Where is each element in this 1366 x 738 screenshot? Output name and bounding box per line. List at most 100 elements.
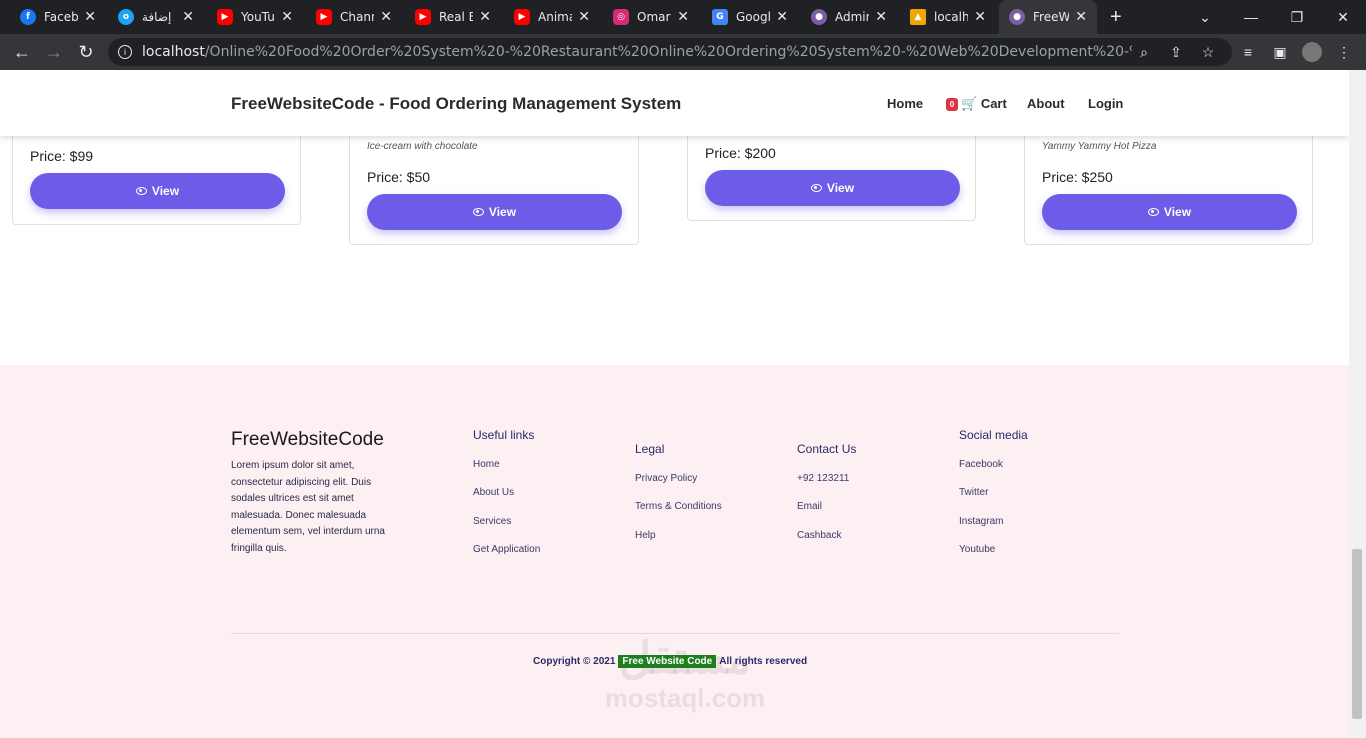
copyright: Copyright © 2021 Free Website Code All r…	[533, 655, 807, 668]
browser-toolbar: ← → ↻ i localhost/Online%20Food%20Order%…	[0, 34, 1366, 70]
browser-tab[interactable]: ▶ Anima ✕	[504, 0, 600, 34]
browser-tab-active[interactable]: ● FreeW ✕	[999, 0, 1097, 34]
close-icon[interactable]: ✕	[479, 9, 491, 25]
browser-tab[interactable]: ▶ Real E: ✕	[405, 0, 501, 34]
address-bar[interactable]: i localhost/Online%20Food%20Order%20Syst…	[108, 38, 1232, 66]
close-icon[interactable]: ✕	[1075, 9, 1087, 25]
copyright-brand-link[interactable]: Free Website Code	[618, 655, 717, 668]
footer-link-about[interactable]: About Us	[473, 487, 514, 498]
youtube-icon: ▶	[217, 9, 233, 25]
product-price: Price: $99	[30, 148, 94, 164]
url-text[interactable]: localhost/Online%20Food%20Order%20System…	[142, 44, 1132, 60]
share-icon[interactable]: ⇪	[1166, 42, 1186, 62]
product-description: Ice-cream with chocolate	[367, 141, 478, 152]
product-description: Yammy Yammy Hot Pizza	[1042, 141, 1157, 152]
browser-tab[interactable]: ▶ YouTul ✕	[207, 0, 303, 34]
nav-login[interactable]: Login	[1088, 96, 1123, 111]
page-viewport: Price: $99 View Ice-cream with chocolate…	[0, 70, 1349, 738]
bookmark-star-icon[interactable]: ☆	[1198, 42, 1218, 62]
close-icon[interactable]: ✕	[974, 9, 986, 25]
back-icon[interactable]: ←	[10, 40, 34, 64]
close-icon[interactable]: ✕	[677, 9, 689, 25]
zoom-icon[interactable]: ⌕	[1134, 42, 1154, 62]
browser-tab[interactable]: ◎ Omar ✕	[603, 0, 699, 34]
tab-title: Admin	[835, 10, 869, 24]
scrollbar-thumb[interactable]	[1352, 549, 1362, 719]
eye-icon	[810, 184, 822, 192]
nav-cart[interactable]: 0 🛒 Cart	[946, 96, 1007, 112]
site-logo-icon: ●	[1009, 9, 1025, 25]
footer-link-services[interactable]: Services	[473, 516, 511, 527]
footer-link-get-application[interactable]: Get Application	[473, 544, 540, 555]
close-icon[interactable]: ✕	[578, 9, 590, 25]
copyright-suffix: All rights reserved	[719, 656, 808, 667]
close-icon[interactable]: ✕	[875, 9, 887, 25]
footer-link-privacy[interactable]: Privacy Policy	[635, 473, 697, 484]
product-price: Price: $200	[705, 145, 776, 161]
footer-link-help[interactable]: Help	[635, 530, 656, 541]
youtube-icon: ▶	[514, 9, 530, 25]
tab-title: Omar	[637, 10, 671, 24]
view-button[interactable]: View	[1042, 194, 1297, 230]
site-brand[interactable]: FreeWebsiteCode - Food Ordering Manageme…	[231, 94, 681, 114]
site-navbar: FreeWebsiteCode - Food Ordering Manageme…	[0, 70, 1349, 136]
menu-icon[interactable]: ⋮	[1334, 42, 1354, 62]
google-translate-icon: G	[712, 9, 728, 25]
instagram-icon: ◎	[613, 9, 629, 25]
useful-links-heading: Useful links	[473, 428, 535, 442]
browser-tab[interactable]: ▶ Chann ✕	[306, 0, 402, 34]
browser-tab[interactable]: ▲ localhc ✕	[900, 0, 996, 34]
close-icon[interactable]: ✕	[182, 9, 194, 25]
tab-search-icon[interactable]: ⌄	[1182, 0, 1228, 34]
browser-tab[interactable]: ● Admin ✕	[801, 0, 897, 34]
profile-avatar[interactable]	[1302, 42, 1322, 62]
view-button-label: View	[826, 181, 855, 195]
footer-link-home[interactable]: Home	[473, 459, 500, 470]
close-icon[interactable]: ✕	[776, 9, 788, 25]
footer-link-youtube[interactable]: Youtube	[959, 544, 995, 555]
close-icon[interactable]: ✕	[380, 9, 392, 25]
view-button-label: View	[151, 184, 180, 198]
minimize-icon[interactable]: —	[1228, 0, 1274, 34]
browser-tab[interactable]: o إضافة ✕	[108, 0, 204, 34]
close-icon[interactable]: ✕	[84, 9, 96, 25]
tab-title: Facebo	[44, 10, 79, 24]
nav-about[interactable]: About	[1027, 96, 1065, 111]
watermark-latin: mostaql.com	[604, 683, 766, 713]
side-panel-icon[interactable]: ▣	[1270, 42, 1290, 62]
browser-tab[interactable]: G Google ✕	[702, 0, 798, 34]
footer-link-cashback[interactable]: Cashback	[797, 530, 841, 541]
close-window-icon[interactable]: ✕	[1320, 0, 1366, 34]
new-tab-icon[interactable]: +	[1110, 6, 1122, 29]
view-button[interactable]: View	[705, 170, 960, 206]
reload-icon[interactable]: ↻	[74, 40, 98, 64]
tab-title: FreeW	[1033, 10, 1070, 24]
footer-link-facebook[interactable]: Facebook	[959, 459, 1003, 470]
eye-icon	[1147, 208, 1159, 216]
site-footer: FreeWebsiteCode Lorem ipsum dolor sit am…	[0, 365, 1349, 738]
footer-about-text: Lorem ipsum dolor sit amet, consectetur …	[231, 460, 385, 554]
nav-home[interactable]: Home	[887, 96, 923, 111]
view-button-label: View	[488, 205, 517, 219]
tab-title: إضافة	[142, 10, 172, 24]
footer-link-twitter[interactable]: Twitter	[959, 487, 988, 498]
browser-tab[interactable]: f Facebo ✕	[10, 0, 106, 34]
info-icon[interactable]: i	[118, 45, 132, 59]
footer-link-instagram[interactable]: Instagram	[959, 516, 1003, 527]
tab-title: localhc	[934, 10, 969, 24]
footer-link-email[interactable]: Email	[797, 501, 822, 512]
eye-icon	[472, 208, 484, 216]
cart-icon: 🛒	[961, 96, 978, 111]
view-button-label: View	[1163, 205, 1192, 219]
tab-title: Anima	[538, 10, 572, 24]
forward-icon[interactable]: →	[42, 40, 66, 64]
footer-link-terms[interactable]: Terms & Conditions	[635, 501, 722, 512]
restore-icon[interactable]: ❐	[1274, 0, 1320, 34]
view-button[interactable]: View	[30, 173, 285, 209]
footer-brand: FreeWebsiteCode	[231, 429, 384, 450]
footer-phone[interactable]: +92 123211	[797, 473, 849, 484]
view-button[interactable]: View	[367, 194, 622, 230]
close-icon[interactable]: ✕	[281, 9, 293, 25]
media-control-icon[interactable]: ≡	[1238, 42, 1258, 62]
tab-title: YouTul	[241, 10, 276, 24]
